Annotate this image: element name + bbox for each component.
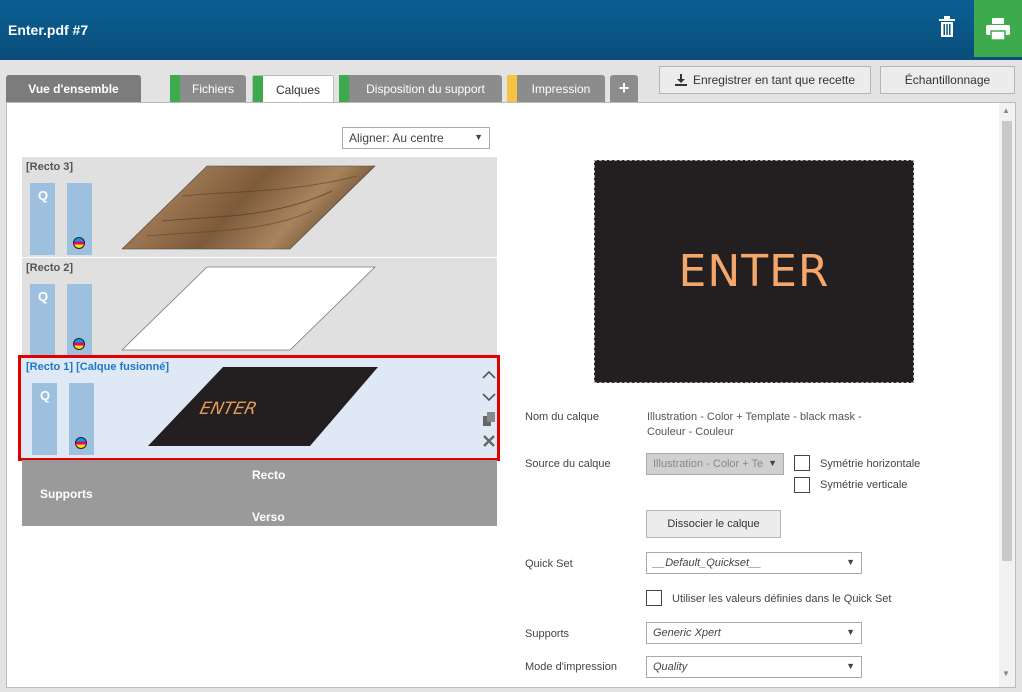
dropdown-arrow-icon: ▼ — [768, 458, 777, 468]
flip-vertical-checkbox[interactable] — [794, 477, 810, 493]
cmyk-icon — [73, 237, 85, 249]
add-tab-button[interactable]: + — [610, 75, 638, 102]
layer-name-label: Nom du calque — [525, 411, 599, 423]
layer-source-select[interactable]: Illustration - Color + Te ▼ — [646, 453, 784, 475]
vertical-scrollbar[interactable]: ▲ ▼ — [999, 103, 1015, 687]
tab-status-stripe — [507, 75, 517, 102]
move-up-icon[interactable] — [481, 364, 497, 386]
quickset-label: Quick Set — [525, 558, 573, 570]
move-down-icon[interactable] — [481, 386, 497, 408]
thumbnail-text: ENTER — [198, 399, 259, 419]
layer-label: [Recto 2] — [26, 262, 74, 274]
preview-text: ENTER — [678, 246, 830, 297]
layer-actions — [481, 364, 497, 452]
supports-field-label: Supports — [525, 628, 570, 640]
layer-name-value-line2: Couleur - Couleur — [647, 426, 734, 438]
layer-name-value-line1: Illustration - Color + Template - black … — [647, 411, 862, 423]
quickset-q: Q — [38, 289, 49, 304]
color-column — [67, 284, 92, 356]
tab-media-layout[interactable]: Disposition du support — [339, 75, 502, 102]
print-mode-value: Quality — [653, 661, 688, 673]
scrollbar-thumb[interactable] — [1002, 121, 1012, 561]
dropdown-arrow-icon: ▼ — [846, 627, 855, 637]
flip-vertical-label: Symétrie verticale — [820, 479, 908, 491]
align-select[interactable]: Aligner: Au centre ▼ — [342, 127, 490, 149]
dissociate-layer-button[interactable]: Dissocier le calque — [646, 510, 781, 538]
layer-row-recto-3[interactable]: [Recto 3] Q — [22, 157, 497, 257]
trash-icon[interactable] — [932, 10, 962, 44]
scroll-up-icon[interactable]: ▲ — [1002, 106, 1010, 115]
job-title: Enter.pdf #7 — [8, 22, 89, 38]
dropdown-arrow-icon: ▼ — [474, 132, 483, 142]
printer-icon[interactable] — [974, 0, 1022, 57]
color-column — [67, 183, 92, 255]
layer-label: [Recto 3] — [26, 161, 74, 173]
use-quickset-values-checkbox[interactable] — [646, 590, 662, 606]
quickset-q: Q — [40, 388, 51, 403]
supports-label: Supports — [40, 487, 93, 501]
quickset-q: Q — [38, 188, 49, 203]
tab-status-stripe — [339, 75, 349, 102]
supports-value: Generic Xpert — [653, 627, 721, 639]
quickset-select[interactable]: __Default_Quickset__ ▼ — [646, 552, 862, 574]
cmyk-icon — [73, 338, 85, 350]
quickset-column: Q — [32, 383, 57, 455]
tab-layers[interactable]: Calques — [252, 75, 334, 103]
supports-bar: Recto Supports Verso — [22, 460, 497, 526]
tab-files[interactable]: Fichiers — [170, 75, 246, 102]
layer-source-value: Illustration - Color + Te — [653, 458, 764, 470]
recto-label[interactable]: Recto — [252, 468, 285, 482]
flip-horizontal-label: Symétrie horizontale — [820, 458, 921, 470]
use-quickset-values-label: Utiliser les valeurs définies dans le Qu… — [672, 593, 892, 605]
download-icon — [674, 74, 687, 86]
save-recipe-label: Enregistrer en tant que recette — [692, 73, 856, 87]
tab-status-stripe — [170, 75, 180, 102]
cmyk-icon — [75, 437, 87, 449]
align-select-value: Aligner: Au centre — [349, 131, 444, 145]
layer-thumbnail-white — [122, 266, 376, 351]
sampling-button[interactable]: Échantillonnage — [880, 66, 1015, 94]
delete-icon[interactable] — [481, 430, 497, 452]
tab-layers-label: Calques — [275, 82, 321, 97]
tab-printing-label: Impression — [531, 81, 591, 96]
tab-files-label: Fichiers — [191, 81, 234, 96]
app-header: Enter.pdf #7 — [0, 0, 1022, 60]
dropdown-arrow-icon: ▼ — [846, 661, 855, 671]
flip-horizontal-checkbox[interactable] — [794, 455, 810, 471]
scroll-down-icon[interactable]: ▼ — [1002, 669, 1010, 678]
tab-status-stripe — [253, 76, 263, 103]
supports-select[interactable]: Generic Xpert ▼ — [646, 622, 862, 644]
quickset-value: __Default_Quickset__ — [653, 557, 762, 569]
layers-panel: Aligner: Au centre ▼ [Recto 3] Q [Recto … — [6, 102, 1016, 688]
save-recipe-button[interactable]: Enregistrer en tant que recette — [659, 66, 871, 94]
quickset-column: Q — [30, 284, 55, 356]
color-column — [69, 383, 94, 455]
layer-row-recto-2[interactable]: [Recto 2] Q — [22, 258, 497, 358]
layer-row-recto-1-merged[interactable]: [Recto 1] [Calque fusionné] Q ENTER — [18, 355, 500, 461]
layer-thumbnail-enter: ENTER — [148, 367, 378, 446]
verso-label[interactable]: Verso — [252, 510, 285, 524]
quickset-column: Q — [30, 183, 55, 255]
tab-printing[interactable]: Impression — [507, 75, 605, 102]
tab-media-layout-label: Disposition du support — [366, 81, 485, 96]
dropdown-arrow-icon: ▼ — [846, 557, 855, 567]
tab-overview[interactable]: Vue d'ensemble — [6, 75, 141, 102]
layer-thumbnail-wood — [122, 165, 376, 250]
print-mode-label: Mode d'impression — [525, 661, 617, 673]
print-mode-select[interactable]: Quality ▼ — [646, 656, 862, 678]
copy-icon[interactable] — [481, 408, 497, 430]
layer-source-label: Source du calque — [525, 458, 611, 470]
layer-preview: ENTER — [594, 160, 914, 383]
